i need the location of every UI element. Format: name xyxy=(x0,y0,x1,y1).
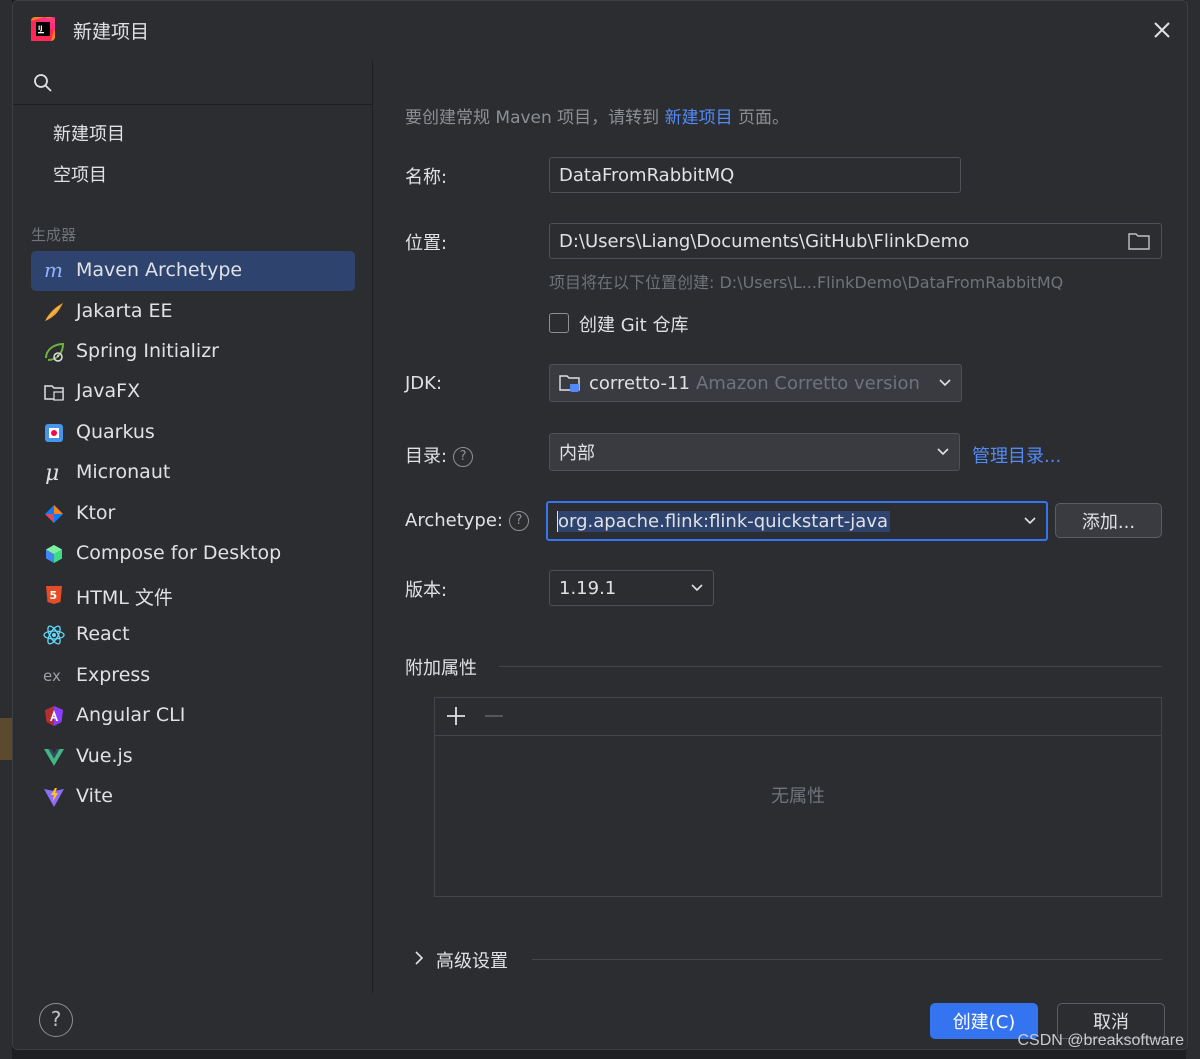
chevron-right-icon[interactable] xyxy=(414,951,424,965)
manage-catalogs-link[interactable]: 管理目录... xyxy=(972,442,1061,468)
name-field[interactable]: DataFromRabbitMQ xyxy=(549,157,961,193)
background-window-edge xyxy=(0,0,12,1059)
watermark: CSDN @breaksoftware xyxy=(1017,1032,1184,1049)
generator-html-file[interactable]: 5 HTML 文件 xyxy=(31,575,355,615)
chevron-down-icon xyxy=(691,584,703,592)
dialog-footer: ? 创建(C) 取消 xyxy=(13,993,1187,1049)
create-git-checkbox[interactable] xyxy=(549,313,569,333)
html5-icon: 5 xyxy=(43,584,65,606)
add-archetype-button[interactable]: 添加... xyxy=(1055,503,1162,538)
chevron-down-icon xyxy=(937,448,949,456)
generator-compose-desktop[interactable]: Compose for Desktop xyxy=(31,534,355,574)
intellij-logo-icon: IJ xyxy=(31,17,55,41)
maven-hint: 要创建常规 Maven 项目，请转到 新建项目 页面。 xyxy=(405,108,789,128)
generator-vite[interactable]: Vite xyxy=(31,777,355,817)
additional-properties-title: 附加属性 xyxy=(405,658,477,679)
version-label: 版本: xyxy=(405,580,448,601)
sidebar: 新建项目 空项目 生成器 m Maven Archetype Jakarta E… xyxy=(13,61,373,993)
generator-micronaut[interactable]: μ Micronaut xyxy=(31,453,355,493)
new-project-link[interactable]: 新建项目 xyxy=(665,108,733,128)
location-note: 项目将在以下位置创建: D:\Users\L...FlinkDemo\DataF… xyxy=(549,273,1064,292)
catalog-dropdown[interactable]: 内部 xyxy=(549,433,960,471)
catalog-label: 目录:? xyxy=(405,442,474,468)
jdk-folder-icon xyxy=(559,375,580,392)
micronaut-icon: μ xyxy=(43,462,65,484)
generators-section-label: 生成器 xyxy=(31,226,77,244)
jdk-label: JDK: xyxy=(405,373,443,394)
properties-toolbar xyxy=(435,698,1161,736)
background-highlight xyxy=(0,718,12,760)
sidebar-item-new-project[interactable]: 新建项目 xyxy=(53,120,125,146)
new-project-dialog: IJ 新建项目 新建项目 空项目 生成器 m Maven Archetype J… xyxy=(12,0,1188,1050)
jdk-dropdown[interactable]: corretto-11 Amazon Corretto version xyxy=(549,364,962,402)
quarkus-icon xyxy=(43,422,65,444)
svg-text:μ: μ xyxy=(45,462,59,484)
create-git-label: 创建 Git 仓库 xyxy=(579,315,689,336)
archetype-label: Archetype:? xyxy=(405,510,529,531)
properties-table: 无属性 xyxy=(434,697,1162,897)
svg-text:5: 5 xyxy=(50,589,58,602)
jdk-detail: Amazon Corretto version xyxy=(695,372,920,394)
sidebar-search[interactable] xyxy=(13,61,373,105)
divider xyxy=(532,959,1162,960)
maven-icon: m xyxy=(43,260,65,282)
version-dropdown[interactable]: 1.19.1 xyxy=(549,570,714,606)
archetype-dropdown[interactable]: org.apache.flink:flink-quickstart-java xyxy=(546,501,1048,541)
generator-quarkus[interactable]: Quarkus xyxy=(31,413,355,453)
location-label: 位置: xyxy=(405,233,448,254)
search-icon[interactable] xyxy=(33,73,53,93)
svg-text:ex: ex xyxy=(43,667,61,685)
sidebar-item-empty-project[interactable]: 空项目 xyxy=(53,161,107,187)
generator-angular-cli[interactable]: Angular CLI xyxy=(31,696,355,736)
divider xyxy=(499,666,1162,667)
help-button[interactable]: ? xyxy=(39,1003,73,1037)
name-label: 名称: xyxy=(405,167,448,188)
generator-jakarta-ee[interactable]: Jakarta EE xyxy=(31,292,355,332)
background-window-edge-right xyxy=(1186,0,1200,1059)
folder-icon[interactable] xyxy=(1128,232,1150,250)
javafx-folder-icon xyxy=(43,381,65,403)
archetype-help-icon[interactable]: ? xyxy=(508,511,529,531)
advanced-settings-toggle[interactable]: 高级设置 xyxy=(436,947,508,973)
compose-icon xyxy=(43,543,65,565)
location-field[interactable]: D:\Users\Liang\Documents\GitHub\FlinkDem… xyxy=(549,223,1162,259)
chevron-down-icon xyxy=(939,379,951,387)
generator-spring-initializr[interactable]: Spring Initializr xyxy=(31,332,355,372)
svg-text:m: m xyxy=(44,260,63,282)
generator-vue[interactable]: Vue.js xyxy=(31,737,355,777)
svg-text:IJ: IJ xyxy=(38,25,42,32)
chevron-down-icon xyxy=(1024,517,1036,525)
ktor-icon xyxy=(43,503,65,525)
add-icon[interactable] xyxy=(445,704,467,728)
vue-icon xyxy=(43,746,65,768)
generator-express[interactable]: ex Express xyxy=(31,656,355,696)
close-icon[interactable] xyxy=(1149,17,1175,43)
spring-icon xyxy=(43,341,65,363)
empty-properties-text: 无属性 xyxy=(771,786,825,807)
generator-ktor[interactable]: Ktor xyxy=(31,494,355,534)
express-icon: ex xyxy=(43,665,65,687)
dialog-title: 新建项目 xyxy=(73,21,150,43)
generator-maven-archetype[interactable]: m Maven Archetype xyxy=(31,251,355,291)
vite-icon xyxy=(43,786,65,808)
title-bar: IJ 新建项目 xyxy=(13,1,1187,61)
generator-javafx[interactable]: JavaFX xyxy=(31,372,355,412)
remove-icon[interactable] xyxy=(483,704,505,728)
angular-icon xyxy=(43,705,65,727)
react-icon xyxy=(43,624,65,646)
catalog-help-icon[interactable]: ? xyxy=(453,447,474,467)
form-panel: 要创建常规 Maven 项目，请转到 新建项目 页面。 名称: DataFrom… xyxy=(374,61,1187,993)
jakarta-icon xyxy=(43,301,65,323)
generator-react[interactable]: React xyxy=(31,615,355,655)
